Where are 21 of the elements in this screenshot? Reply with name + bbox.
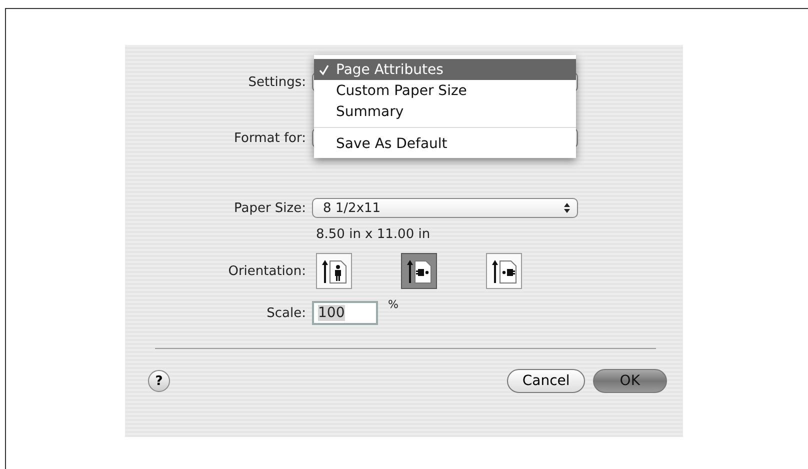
menu-item[interactable]: Save As Default <box>314 133 576 154</box>
reverse-landscape-orientation-button[interactable] <box>486 253 522 289</box>
button[interactable]: Cancel <box>507 369 585 393</box>
checkmark-icon <box>318 64 330 76</box>
portrait-orientation-button[interactable] <box>316 253 352 289</box>
stepper-arrows-icon <box>563 202 571 214</box>
menu-item[interactable]: Page Attributes <box>314 59 576 80</box>
percent-unit: % <box>388 298 398 311</box>
menu-item[interactable]: Custom Paper Size <box>314 80 576 101</box>
landscape-orientation-button[interactable] <box>401 253 437 289</box>
paper-size-label: Paper Size: <box>232 200 307 216</box>
default-button[interactable]: OK <box>592 369 667 393</box>
scale-field[interactable]: 100 <box>312 301 378 325</box>
scale-label: Scale: <box>266 306 307 320</box>
orientation-label: Orientation: <box>227 264 307 278</box>
paper-size-popup[interactable]: 8 1/2x11 <box>312 198 578 218</box>
paper-dimensions: 8.50 in x 11.00 in <box>316 227 430 242</box>
settings-label: Settings: <box>247 74 307 90</box>
format-for-label: Format for: <box>233 130 307 146</box>
help-button[interactable]: ? <box>148 370 170 392</box>
menu-item[interactable]: Summary <box>314 101 576 122</box>
